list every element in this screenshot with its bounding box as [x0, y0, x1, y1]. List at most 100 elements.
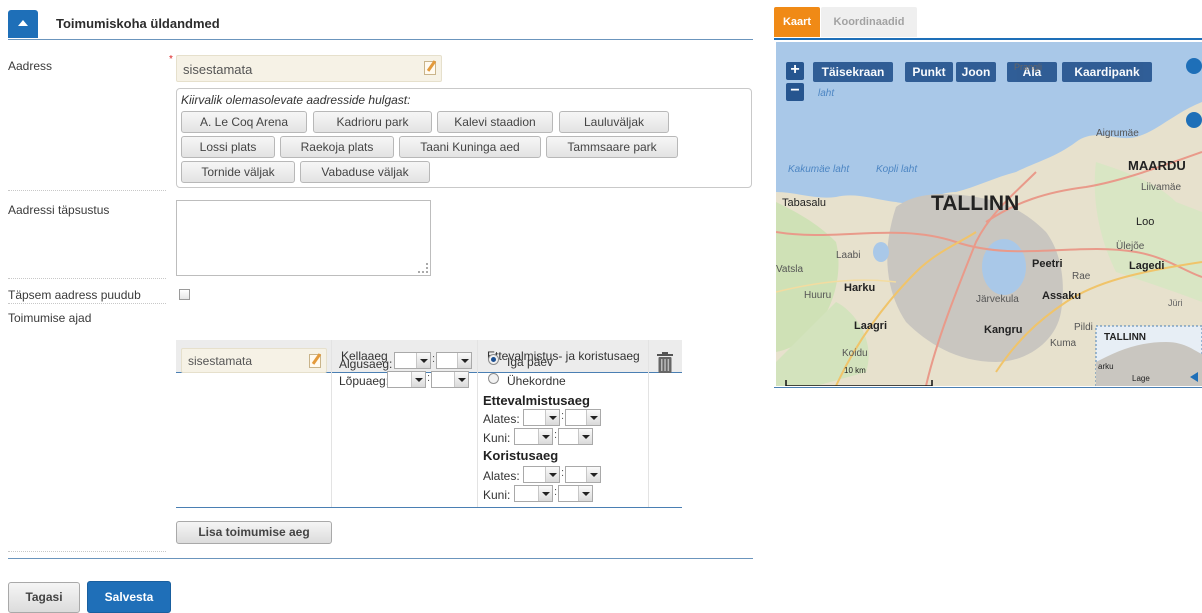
map-label-ulejoe: Ülejõe [1116, 241, 1145, 252]
quick-option-lossi-plats[interactable]: Lossi plats [181, 136, 275, 158]
map-line-button[interactable]: Joon [956, 62, 996, 82]
table-bottom-line [176, 507, 682, 508]
chevron-down-icon [457, 353, 471, 368]
map-label-rae: Rae [1072, 271, 1091, 282]
cleanup-to-minute-select[interactable] [558, 485, 593, 502]
map-layers-button[interactable]: Kaardipank [1062, 62, 1152, 82]
row-separator [8, 303, 166, 304]
zoom-in-button[interactable]: + [786, 62, 804, 80]
no-address-label: Täpsem aadress puudub [8, 288, 141, 302]
edit-pencil-icon[interactable] [309, 354, 321, 368]
prep-to-hour-select[interactable] [514, 428, 553, 445]
water-label-kakumae: Kakumäe laht [788, 164, 850, 175]
radio-every-day-label: Iga päev [507, 355, 554, 369]
address-detail-textarea[interactable] [176, 200, 431, 276]
map-point-button[interactable]: Punkt [905, 62, 953, 82]
map-label-juri: Jüri [1168, 298, 1183, 308]
prep-to-minute-select[interactable] [558, 428, 593, 445]
section-title: Toimumiskoha üldandmed [56, 16, 220, 31]
radio-once-label: Ühekordne [507, 374, 566, 388]
water-label-kopli: Kopli laht [876, 164, 918, 175]
map-label-laagri: Laagri [854, 320, 888, 332]
minimap-label-lage: Lage [1132, 374, 1150, 383]
quick-select-title: Kiirvalik olemasolevate aadresside hulga… [181, 93, 411, 107]
prep-from-label: Alates: [483, 412, 520, 426]
map-label-loo: Loo [1136, 216, 1155, 228]
map-view[interactable]: + − Täisekraan Punkt Joon Ala Kaardipank… [776, 42, 1202, 386]
trash-icon[interactable] [656, 352, 674, 374]
column-header-prep: Ettevalmistus- ja koristusaeg [478, 340, 648, 372]
map-label-maardu: MAARDU [1128, 158, 1186, 173]
tab-map[interactable]: Kaart [774, 7, 820, 37]
section-collapse-button[interactable] [8, 10, 38, 38]
map-label-laabi: Laabi [836, 250, 861, 261]
chevron-down-icon [578, 429, 592, 444]
schedule-label: Toimumise ajad [8, 311, 92, 325]
chevron-down-icon [545, 410, 559, 425]
cleanup-to-hour-select[interactable] [514, 485, 553, 502]
address-value: sisestamata [183, 62, 253, 77]
row-separator [8, 278, 166, 279]
map-label-assaku: Assaku [1042, 290, 1082, 302]
cleanup-title: Koristusaeg [483, 448, 559, 463]
quick-option-tammsaare-park[interactable]: Tammsaare park [546, 136, 678, 158]
minimap-label-harku: arku [1098, 362, 1114, 371]
cleanup-from-hour-select[interactable] [523, 466, 560, 483]
map-label-huuru: Huuru [804, 290, 832, 301]
back-button[interactable]: Tagasi [8, 582, 80, 613]
section-bottom-line [8, 558, 753, 559]
radio-every-day[interactable] [488, 354, 499, 365]
chevron-down-icon [454, 372, 468, 387]
end-minute-select[interactable] [431, 371, 469, 388]
cleanup-to-label: Kuni: [483, 488, 511, 502]
add-schedule-button[interactable]: Lisa toimumise aeg [176, 521, 332, 544]
map-label-kuma: Kuma [1050, 338, 1077, 349]
quick-option-kadrioru-park[interactable]: Kadrioru park [313, 111, 432, 133]
end-time-label: Lõpuaeg: [339, 374, 390, 388]
map-label-koidu: Koidu [842, 348, 868, 359]
required-mark: * [169, 54, 173, 65]
quick-option-vabaduse-valjak[interactable]: Vabaduse väljak [300, 161, 430, 183]
address-label: Aadress [8, 59, 53, 73]
quick-option-kalevi-staadion[interactable]: Kalevi staadion [437, 111, 553, 133]
minimap-label-tallinn: TALLINN [1104, 332, 1147, 343]
prep-from-hour-select[interactable] [523, 409, 560, 426]
tab-coordinates[interactable]: Koordinaadid [821, 7, 917, 37]
chevron-down-icon [586, 410, 600, 425]
section-divider [8, 39, 753, 40]
quick-option-taani-kuninga-aed[interactable]: Taani Kuninga aed [399, 136, 541, 158]
no-address-checkbox[interactable] [179, 289, 190, 300]
map-label-peetri: Peetri [1032, 258, 1063, 270]
prep-from-minute-select[interactable] [565, 409, 601, 426]
map-label-tabasalu: Tabasalu [782, 197, 827, 209]
radio-once[interactable] [488, 373, 499, 384]
save-button[interactable]: Salvesta [87, 581, 171, 613]
quick-option-tornide-valjak[interactable]: Tornide väljak [181, 161, 295, 183]
map-fullscreen-button[interactable]: Täisekraan [813, 62, 893, 82]
prep-to-label: Kuni: [483, 431, 511, 445]
quick-option-le-coq-arena[interactable]: A. Le Coq Arena [181, 111, 307, 133]
start-hour-select[interactable] [394, 352, 431, 369]
column-divider [648, 340, 649, 508]
chevron-down-icon [538, 429, 552, 444]
map-scale-label: 10 km [844, 366, 866, 375]
chevron-down-icon [586, 467, 600, 482]
schedule-date-field[interactable]: sisestamata [181, 348, 327, 373]
zoom-out-button[interactable]: − [786, 83, 804, 101]
map-label-kangru: Kangru [984, 324, 1023, 336]
edit-pencil-icon[interactable] [424, 61, 436, 75]
end-hour-select[interactable] [387, 371, 426, 388]
chevron-down-icon [578, 486, 592, 501]
map-bottom-line [774, 387, 1202, 388]
address-detail-label: Aadressi täpsustus [8, 203, 110, 217]
map-label-aigrumae: Aigrumäe [1096, 128, 1139, 139]
address-field[interactable]: sisestamata [176, 55, 442, 82]
map-label-harku: Harku [844, 282, 876, 294]
quick-option-raekoja-plats[interactable]: Raekoja plats [280, 136, 394, 158]
start-time-label: Algusaeg: [339, 357, 393, 371]
cleanup-from-minute-select[interactable] [565, 466, 601, 483]
start-minute-select[interactable] [436, 352, 472, 369]
map-label-lagedi: Lagedi [1129, 260, 1165, 272]
quick-option-lauluvaljak[interactable]: Lauluväljak [559, 111, 669, 133]
cleanup-from-label: Alates: [483, 469, 520, 483]
